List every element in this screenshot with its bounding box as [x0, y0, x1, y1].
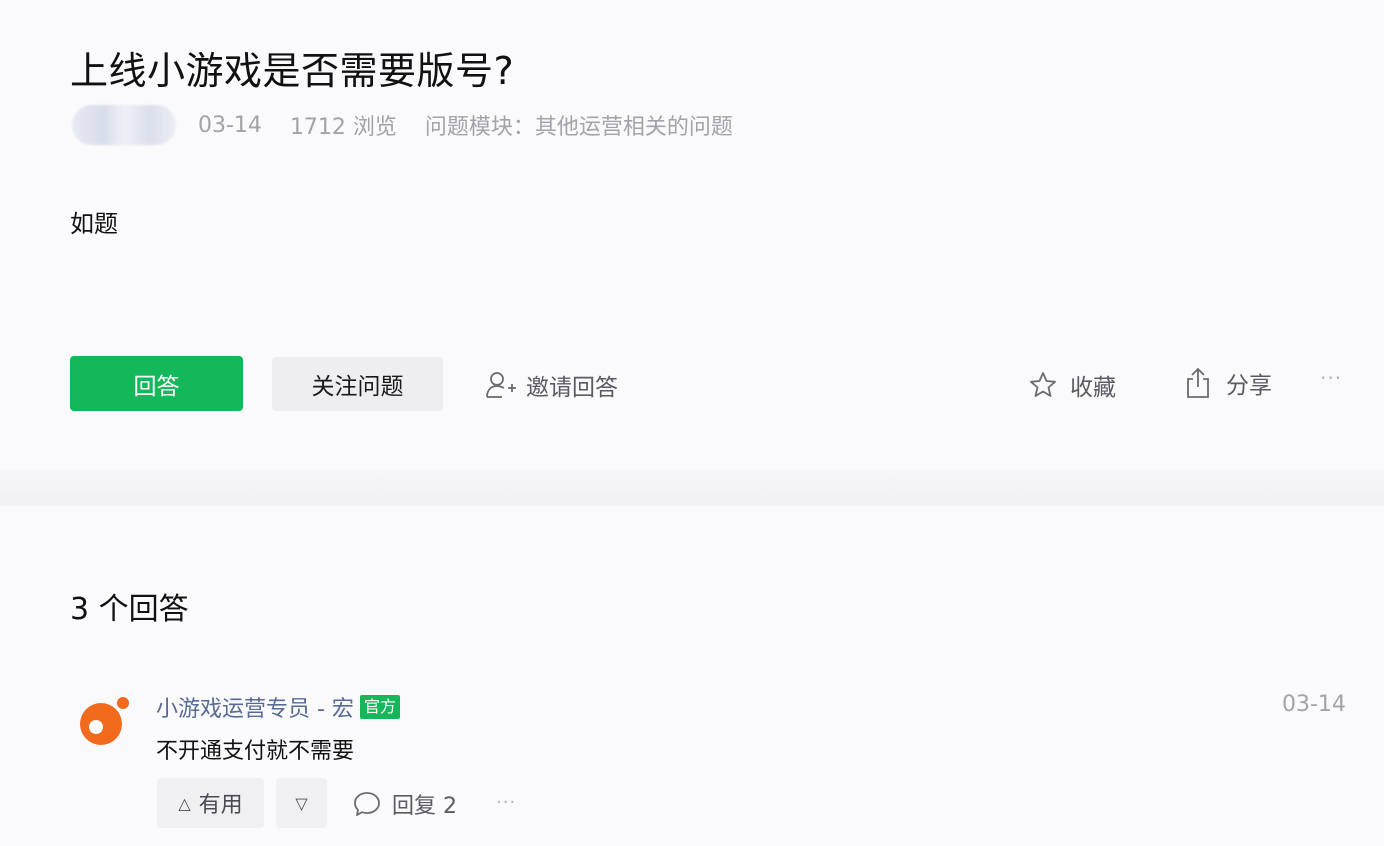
- asker-avatar-blurred[interactable]: [72, 105, 176, 145]
- answer-more-button[interactable]: ···: [496, 792, 516, 813]
- add-user-icon: [486, 372, 516, 398]
- answer-button[interactable]: 回答: [70, 356, 243, 411]
- star-icon: [1030, 372, 1056, 397]
- reply-button[interactable]: 回复 2: [352, 784, 457, 824]
- useful-button[interactable]: △ 有用: [157, 778, 264, 828]
- question-module[interactable]: 问题模块：其他运营相关的问题: [425, 109, 733, 141]
- invite-answer-button[interactable]: 邀请回答: [484, 364, 618, 406]
- question-title: 上线小游戏是否需要版号?: [70, 49, 515, 93]
- share-label: 分享: [1226, 373, 1272, 399]
- answer-date: 03-14: [1282, 692, 1346, 717]
- question-views: 1712 浏览: [289, 115, 397, 140]
- section-divider: [0, 470, 1384, 506]
- answer-author-name[interactable]: 小游戏运营专员 - 宏: [156, 691, 354, 723]
- reply-label: 回复 2: [392, 794, 457, 819]
- answer-author-row: 小游戏运营专员 - 宏 官方: [156, 690, 400, 724]
- question-meta: 03-14 1712 浏览 问题模块：其他运营相关的问题: [72, 104, 761, 146]
- downvote-triangle-icon: ▽: [295, 793, 308, 813]
- question-body: 如题: [70, 210, 118, 238]
- answers-count-heading: 3 个回答: [70, 592, 189, 627]
- comment-bubble-icon: [354, 792, 380, 816]
- useful-label: 有用: [198, 793, 243, 818]
- collect-button[interactable]: 收藏: [1028, 364, 1116, 406]
- follow-question-button[interactable]: 关注问题: [272, 357, 443, 411]
- question-date: 03-14: [198, 112, 262, 138]
- answerer-avatar[interactable]: [78, 694, 134, 750]
- share-button[interactable]: 分享: [1184, 362, 1272, 404]
- answer-text: 不开通支付就不需要: [156, 739, 355, 764]
- upvote-triangle-icon: △: [178, 793, 191, 813]
- more-options-button[interactable]: ···: [1320, 366, 1342, 390]
- downvote-button[interactable]: ▽: [276, 778, 327, 828]
- invite-answer-label: 邀请回答: [526, 375, 618, 401]
- collect-label: 收藏: [1070, 375, 1116, 401]
- share-icon: [1187, 367, 1209, 398]
- official-badge: 官方: [359, 695, 400, 719]
